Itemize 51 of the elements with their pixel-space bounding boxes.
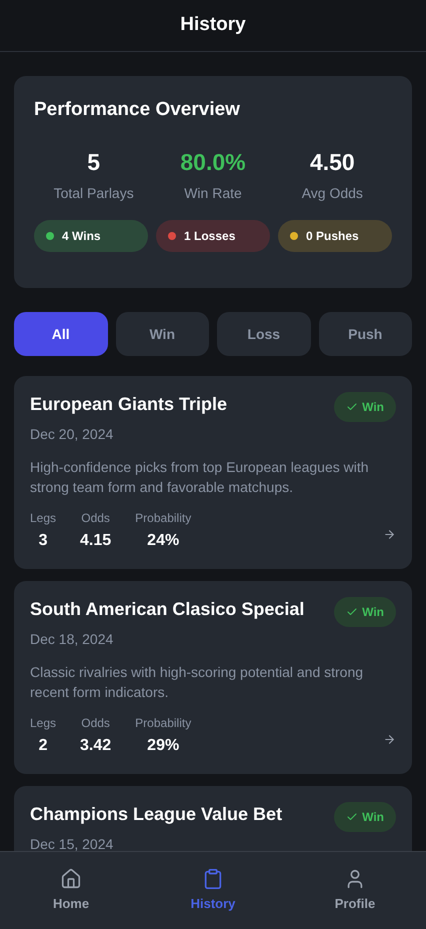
stat-label: Probability	[135, 510, 192, 527]
nav-tab[interactable]: Profile	[284, 852, 426, 929]
parlay-title: Champions League Value Bet	[30, 803, 282, 826]
result-badge: Win	[334, 392, 396, 422]
parlay-card[interactable]: South American Clasico Special Dec 18, 2024 Win Classic rivalries with high-scoring potential and strong recent form indicators. Legs 2 Odds 3.42 Probability 29%	[14, 581, 412, 774]
check-icon	[346, 401, 358, 413]
parlay-description: Classic rivalries with high-scoring potential and strong recent form indicators.	[30, 663, 364, 702]
stat-value: 4.50	[310, 148, 355, 176]
check-icon	[346, 606, 358, 618]
stat-value: 2	[38, 736, 48, 756]
parlay-date: Dec 20, 2024	[30, 425, 114, 444]
home-icon	[60, 868, 82, 890]
parlay-date: Dec 18, 2024	[30, 630, 114, 649]
nav-tab[interactable]: Home	[0, 852, 142, 929]
tally-text: 4 Wins	[62, 228, 101, 245]
stat-label: Odds	[81, 715, 110, 732]
stat-label: Legs	[30, 715, 56, 732]
filter-tab[interactable]: Push	[318, 312, 412, 356]
filter-tab[interactable]: Loss	[217, 312, 310, 356]
tally-text: 0 Pushes	[306, 228, 359, 245]
arrow-right-icon[interactable]	[383, 528, 396, 541]
stat-label: Win Rate	[184, 184, 242, 203]
result-badge: Win	[334, 597, 396, 627]
stat-value: 29%	[147, 736, 180, 756]
parlay-title: South American Clasico Special	[30, 598, 304, 621]
tally-text: 1 Losses	[184, 228, 236, 245]
parlay-title: European Giants Triple	[30, 393, 228, 416]
filter-tab[interactable]: All	[14, 312, 108, 356]
stat-label: Legs	[30, 510, 56, 527]
clipboard-icon	[202, 868, 224, 890]
nav-tab[interactable]: History	[142, 852, 284, 929]
stat-label: Probability	[135, 715, 192, 732]
page-title: History	[180, 13, 246, 38]
parlay-card[interactable]: Champions League Value Bet Dec 15, 2024 Win	[14, 786, 412, 851]
stat-value: 3	[38, 531, 48, 551]
parlay-card[interactable]: European Giants Triple Dec 20, 2024 Win High-confidence picks from top European leagues with strong team form and favorable matchups. Legs 3 Odds 4.15 Probability 24%	[14, 376, 412, 569]
filter-tab[interactable]: Win	[116, 312, 209, 356]
check-icon	[346, 811, 358, 823]
parlay-date: Dec 15, 2024	[30, 835, 114, 851]
stat-label: Odds	[81, 510, 110, 527]
arrow-right-icon[interactable]	[383, 733, 396, 746]
stat-label: Total Parlays	[54, 184, 134, 203]
stat-value: 4.15	[80, 531, 112, 551]
stat-value: 3.42	[80, 736, 112, 756]
result-badge: Win	[334, 802, 396, 832]
stat-label: Avg Odds	[302, 184, 363, 203]
stat-value: 24%	[147, 531, 180, 551]
stat-value: 5	[87, 148, 100, 176]
parlay-description: High-confidence picks from top European leagues with strong team form and favorable matchups.	[30, 458, 370, 497]
stat-value: 80.0%	[180, 148, 246, 176]
overview-title: Performance Overview	[34, 99, 240, 120]
